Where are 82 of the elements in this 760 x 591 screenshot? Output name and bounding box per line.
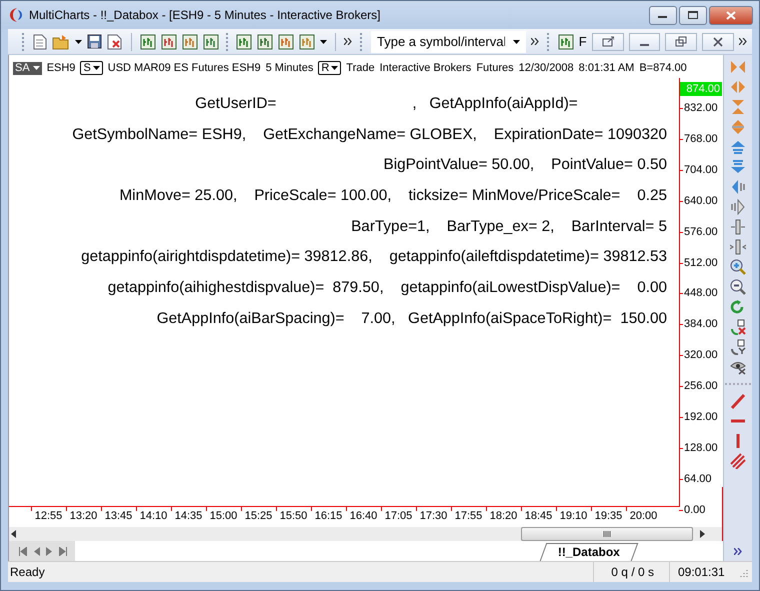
chart-window-icon[interactable] bbox=[160, 34, 177, 50]
close-button[interactable] bbox=[709, 6, 753, 24]
chart-info-label: Interactive Brokers bbox=[380, 62, 472, 74]
chevron-icon[interactable] bbox=[344, 38, 354, 45]
dropdown-caret-icon bbox=[320, 40, 328, 44]
caret-icon bbox=[331, 66, 338, 70]
undock-icon bbox=[602, 36, 614, 47]
restore-button[interactable] bbox=[665, 32, 698, 50]
interval-label: 5 Minutes bbox=[266, 62, 314, 74]
close-icon bbox=[712, 36, 724, 47]
sheet-tab[interactable]: !!_Databox bbox=[540, 543, 638, 561]
restore-icon bbox=[675, 36, 688, 47]
chart-info-label: B=874.00 bbox=[639, 62, 687, 74]
close-icon bbox=[726, 10, 736, 20]
font-label: F bbox=[578, 34, 587, 49]
settings-button[interactable]: S bbox=[80, 61, 103, 75]
chart-info-label: 8:01:31 AM bbox=[578, 62, 634, 74]
zoom-in-icon[interactable] bbox=[730, 259, 746, 275]
chart-window-icon[interactable] bbox=[202, 34, 219, 50]
previous-tab-icon[interactable] bbox=[33, 546, 40, 556]
zoom-out-icon[interactable] bbox=[730, 279, 746, 295]
databox-line: BigPointValue= 50.00, PointValue= 0.50 bbox=[384, 155, 667, 176]
scroll-right-icon[interactable] bbox=[697, 530, 707, 538]
chevron-icon[interactable] bbox=[531, 38, 540, 45]
last-tab-icon[interactable] bbox=[59, 546, 67, 556]
scroll-down-icon[interactable] bbox=[730, 159, 746, 175]
data-series-button[interactable]: SA bbox=[13, 62, 42, 74]
next-tab-icon[interactable] bbox=[46, 546, 53, 556]
caret-icon bbox=[32, 66, 40, 70]
chart-window-icon[interactable] bbox=[257, 34, 274, 50]
symbol-label: ESH9 bbox=[46, 62, 76, 74]
maximize-icon bbox=[688, 10, 698, 20]
new-document-icon[interactable] bbox=[32, 34, 47, 50]
minimize-icon bbox=[640, 44, 649, 46]
caret-icon bbox=[513, 40, 520, 44]
expand-vertical-icon[interactable] bbox=[730, 119, 746, 135]
maximize-button[interactable] bbox=[679, 6, 707, 24]
window-title: MultiCharts - !!_Databox - [ESH9 - 5 Minutes - Interactive Brokers] bbox=[29, 8, 382, 22]
chart-window-icon[interactable] bbox=[558, 34, 574, 50]
quote-count: 0 q / 0 s bbox=[611, 565, 654, 579]
chevron-icon[interactable] bbox=[738, 38, 748, 45]
chart-info-label: Trade bbox=[346, 62, 375, 74]
minimize-button[interactable] bbox=[649, 6, 677, 24]
save-icon[interactable] bbox=[86, 34, 102, 49]
price-label: 512.00 bbox=[679, 256, 718, 270]
caret-icon bbox=[92, 66, 100, 70]
dropdown-caret-icon bbox=[74, 40, 82, 44]
last-price-label: 874.00 bbox=[680, 82, 722, 96]
undock-button[interactable] bbox=[592, 32, 624, 50]
chart-window-icon[interactable] bbox=[278, 34, 294, 50]
minimize-button[interactable] bbox=[628, 32, 660, 50]
grip-icon bbox=[603, 531, 611, 537]
range-button[interactable]: R bbox=[318, 61, 342, 75]
scroll-left-icon[interactable] bbox=[9, 530, 19, 538]
databox-line: getappinfo(airightdispdatetime)= 39812.86, getappinfo(aileftdispdatetime)= 39812.53 bbox=[81, 247, 667, 268]
databox-line: GetSymbolName= ESH9, GetExchangeName= GLOBEX, ExpirationDate= 1090320 bbox=[72, 124, 667, 145]
parallel-lines-icon[interactable] bbox=[730, 453, 746, 469]
chart-window-icon[interactable] bbox=[182, 34, 198, 50]
app-logo-icon bbox=[9, 7, 23, 23]
chart-info-label: 12/30/2008 bbox=[518, 62, 574, 74]
databox-line: getappinfo(aihighestdispvalue)= 879.50, getappinfo(aiLowestDispValue)= 0.00 bbox=[108, 278, 667, 298]
resize-grip-icon bbox=[738, 567, 748, 577]
close-button[interactable] bbox=[702, 32, 734, 50]
scroll-up-icon[interactable] bbox=[730, 139, 746, 155]
close-document-icon[interactable] bbox=[106, 34, 123, 50]
open-folder-icon[interactable] bbox=[52, 34, 70, 50]
chart-window-icon[interactable] bbox=[299, 34, 316, 50]
chart-window-icon[interactable] bbox=[140, 34, 156, 50]
hide-eye-icon[interactable] bbox=[730, 359, 746, 375]
first-tab-icon[interactable] bbox=[19, 546, 27, 556]
databox-line: MinMove= 25.00, PriceScale= 100.00, ticksize= MinMove/PriceScale= 0.25 bbox=[119, 186, 667, 206]
databox-line: GetUserID= , GetAppInfo(aiAppId)= bbox=[195, 94, 579, 114]
chart-info-label: Futures bbox=[476, 62, 514, 74]
chevron-icon[interactable] bbox=[734, 548, 742, 555]
databox-line: GetAppInfo(aiBarSpacing)= 7.00, GetAppInfo(aiSpaceToRight)= 150.00 bbox=[156, 308, 667, 329]
chart-window-icon[interactable] bbox=[236, 34, 252, 50]
description-label: USD MAR09 ES Futures ESH9 bbox=[108, 62, 261, 74]
trend-line-icon[interactable] bbox=[730, 393, 746, 409]
status-message: Ready bbox=[9, 565, 46, 579]
status-time: 09:01:31 bbox=[678, 565, 725, 579]
scrollbar-thumb[interactable] bbox=[521, 527, 693, 541]
databox-line: BarType=1, BarType_ex= 2, BarInterval= 5 bbox=[351, 216, 667, 237]
